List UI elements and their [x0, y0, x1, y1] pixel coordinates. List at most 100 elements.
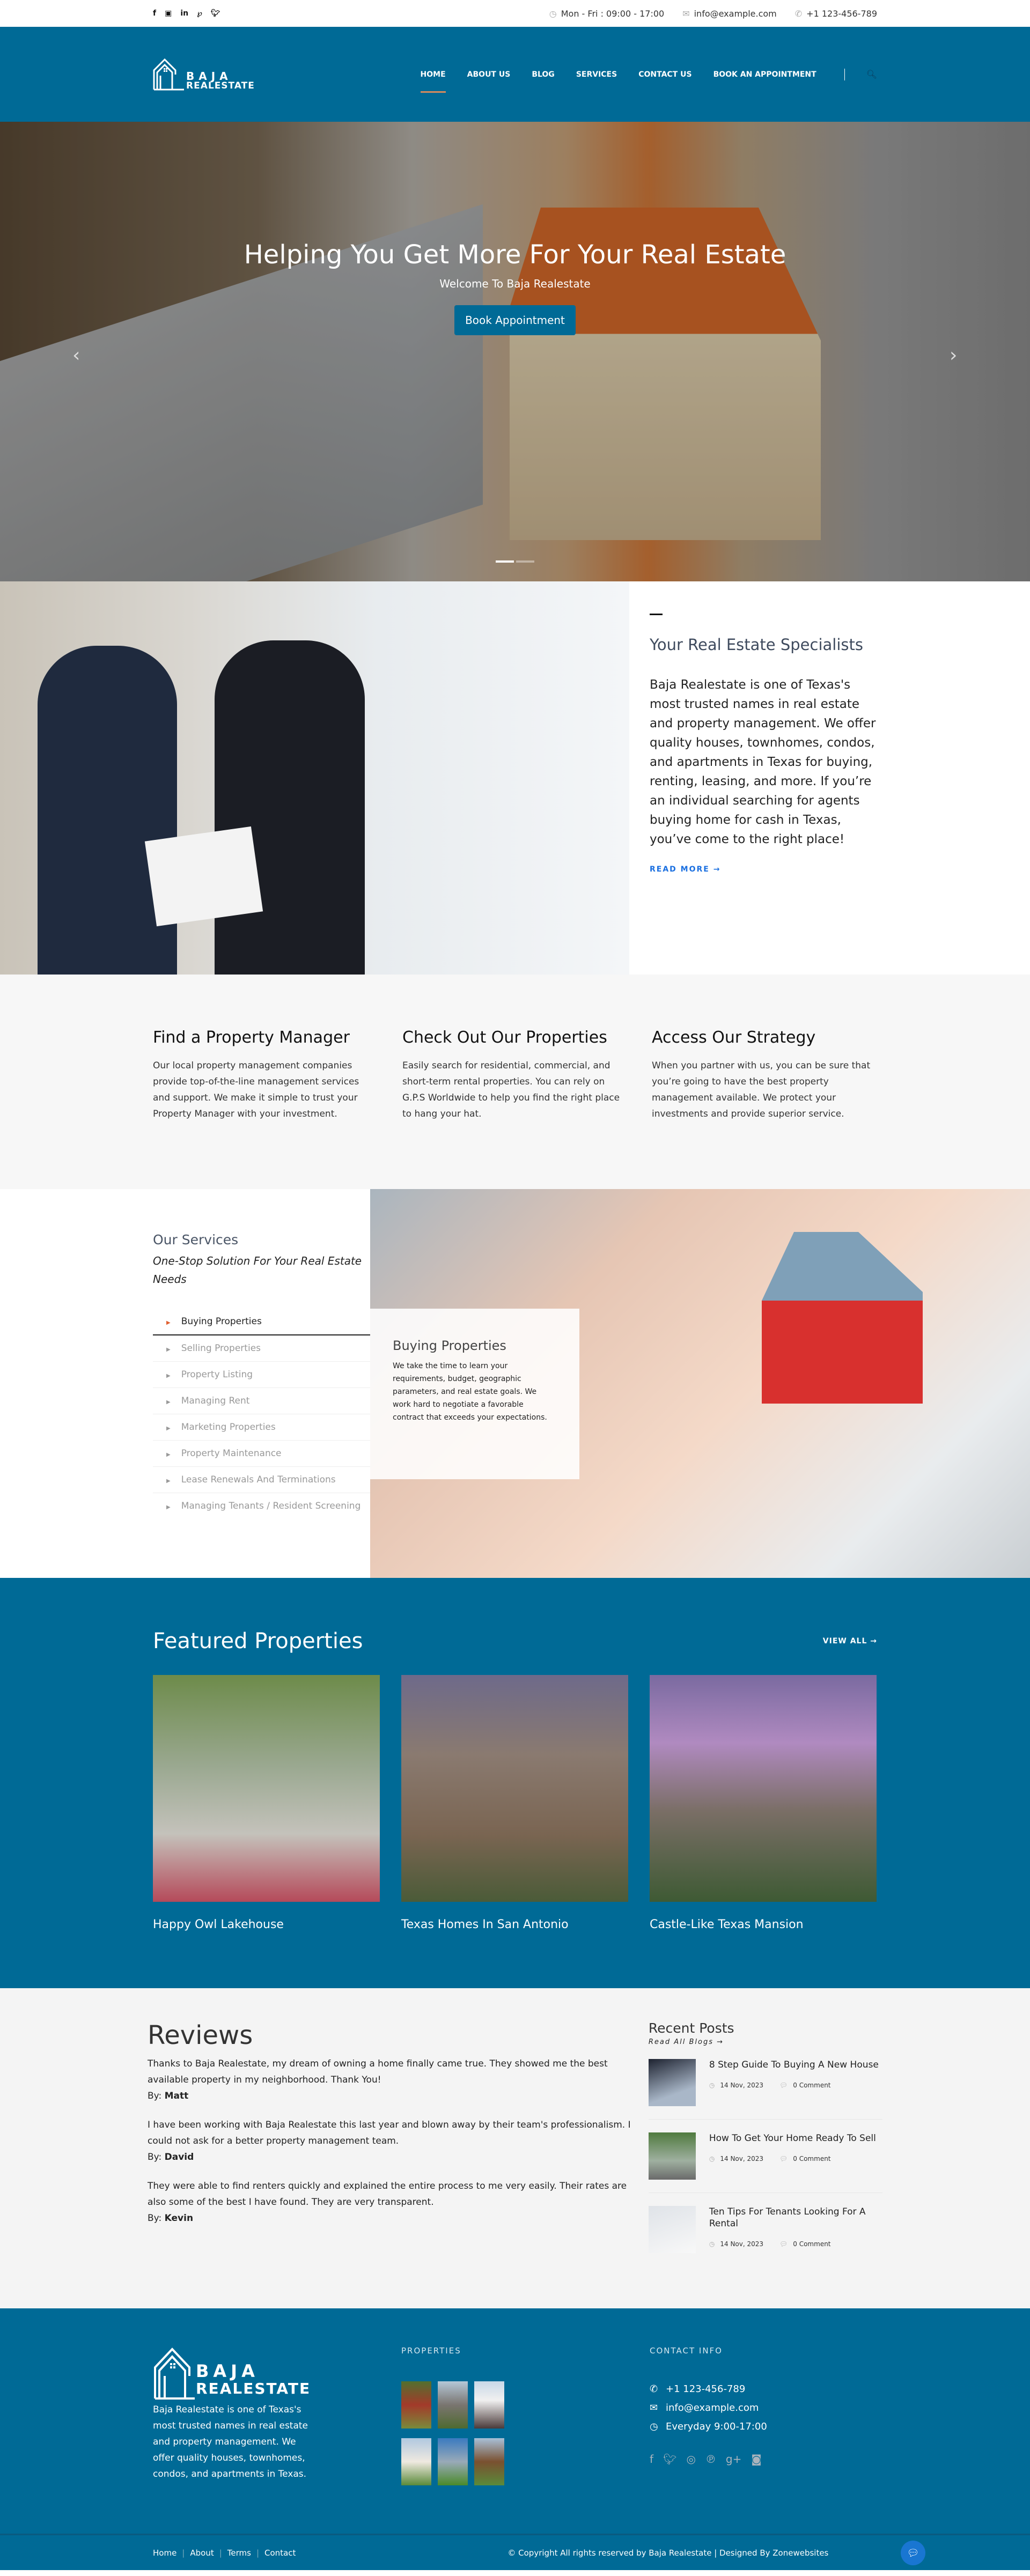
- service-tab[interactable]: ▶ Managing Tenants / Resident Screening: [153, 1493, 370, 1519]
- footer-link-terms[interactable]: Terms: [227, 2548, 251, 2558]
- phone-item[interactable]: ✆ +1 123-456-789: [795, 9, 877, 19]
- gallery-thumbnail[interactable]: [401, 2438, 431, 2485]
- footer-contact-title: CONTACT INFO: [650, 2346, 723, 2356]
- caret-right-icon: ▶: [166, 1320, 171, 1326]
- gallery-thumbnail[interactable]: [438, 2381, 468, 2429]
- post-date: 14 Nov, 2023: [720, 2082, 764, 2089]
- featured-title: Featured Properties: [153, 1629, 363, 1654]
- logo-line1: BAJA: [186, 69, 232, 83]
- post-item[interactable]: How To Get Your Home Ready To Sell ◷ 14 N…: [648, 2120, 882, 2193]
- chat-widget-button[interactable]: 💬︎: [901, 2541, 925, 2565]
- nav-contact-us[interactable]: CONTACT US: [638, 65, 691, 84]
- site-logo[interactable]: BAJA REALESTATE: [153, 58, 255, 91]
- property-card[interactable]: Happy Owl Lakehouse: [153, 1675, 380, 1931]
- gallery-thumbnail[interactable]: [401, 2381, 431, 2429]
- google-plus-icon[interactable]: g+: [726, 2453, 741, 2466]
- email-item[interactable]: ✉ info@example.com: [682, 9, 777, 19]
- property-title[interactable]: Castle-Like Texas Mansion: [650, 1918, 877, 1931]
- facebook-icon[interactable]: f: [153, 9, 156, 18]
- twitter-icon[interactable]: 🐦︎: [663, 2453, 676, 2466]
- property-card[interactable]: Castle-Like Texas Mansion: [650, 1675, 877, 1931]
- property-image[interactable]: [650, 1675, 877, 1902]
- pinterest-icon[interactable]: ℗: [705, 2453, 716, 2466]
- linkedin-icon[interactable]: in: [180, 9, 188, 18]
- instagram-icon[interactable]: ◙: [751, 2453, 761, 2466]
- footer-phone[interactable]: ✆ +1 123-456-789: [650, 2383, 767, 2395]
- property-image[interactable]: [153, 1675, 380, 1902]
- slider-dot-1[interactable]: [496, 560, 514, 563]
- service-tab[interactable]: ▶ Marketing Properties: [153, 1414, 370, 1441]
- service-tab[interactable]: ▶ Property Maintenance: [153, 1441, 370, 1467]
- services-subtitle: One-Stop Solution For Your Real Estate N…: [153, 1254, 362, 1286]
- main-nav: HOME ABOUT US BLOG SERVICES CONTACT US B…: [399, 65, 877, 93]
- nav-about-us[interactable]: ABOUT US: [467, 65, 511, 84]
- property-title[interactable]: Texas Homes In San Antonio: [401, 1918, 628, 1931]
- nav-home[interactable]: HOME: [420, 65, 446, 93]
- footer-link-contact[interactable]: Contact: [264, 2548, 296, 2558]
- post-title[interactable]: 8 Step Guide To Buying A New House: [709, 2059, 879, 2071]
- services-title: Our Services: [153, 1232, 239, 1248]
- feature-item: Check Out Our Properties Easily search f…: [402, 1028, 628, 1122]
- pinterest-icon[interactable]: ℘: [197, 9, 202, 18]
- hours-item: ◷ Mon - Fri : 09:00 - 17:00: [549, 8, 665, 19]
- flickr-icon[interactable]: ▣: [165, 9, 172, 18]
- hero-title: Helping You Get More For Your Real Estat…: [244, 240, 786, 270]
- footer-email[interactable]: ✉ info@example.com: [650, 2402, 767, 2413]
- property-card[interactable]: Texas Homes In San Antonio: [401, 1675, 628, 1931]
- review-author: Kevin: [164, 2213, 194, 2224]
- gallery-thumbnail[interactable]: [438, 2438, 468, 2485]
- post-comments[interactable]: 0 Comment: [793, 2155, 830, 2162]
- clock-icon: ◷: [709, 2240, 715, 2248]
- feature-item: Access Our Strategy When you partner wit…: [652, 1028, 877, 1122]
- search-icon[interactable]: 🔍︎: [866, 69, 877, 79]
- service-tab[interactable]: ▶ Property Listing: [153, 1362, 370, 1388]
- service-tab[interactable]: ▶ Buying Properties: [153, 1309, 370, 1335]
- post-thumbnail[interactable]: [648, 2059, 696, 2106]
- footer-link-home[interactable]: Home: [153, 2548, 176, 2558]
- caret-right-icon: ▶: [166, 1426, 171, 1431]
- footer-hours: ◷ Everyday 9:00-17:00: [650, 2421, 767, 2432]
- service-tab[interactable]: ▶ Lease Renewals And Terminations: [153, 1467, 370, 1493]
- slider-prev-icon[interactable]: ‹: [72, 344, 80, 366]
- post-title[interactable]: How To Get Your Home Ready To Sell: [709, 2132, 876, 2144]
- features-section: Find a Property Manager Our local proper…: [0, 975, 1030, 1189]
- book-appointment-button[interactable]: Book Appointment: [454, 305, 576, 335]
- review-author: Matt: [164, 2091, 189, 2101]
- slider-dot-2[interactable]: [516, 560, 534, 563]
- post-item[interactable]: Ten Tips For Tenants Looking For A Renta…: [648, 2193, 882, 2266]
- facebook-icon[interactable]: f: [650, 2453, 653, 2466]
- post-item[interactable]: 8 Step Guide To Buying A New House ◷ 14 N…: [648, 2046, 882, 2120]
- property-title[interactable]: Happy Owl Lakehouse: [153, 1918, 380, 1931]
- dribbble-icon[interactable]: ◎: [686, 2453, 695, 2466]
- post-thumbnail[interactable]: [648, 2132, 696, 2180]
- post-title[interactable]: Ten Tips For Tenants Looking For A Renta…: [709, 2206, 882, 2230]
- service-tab[interactable]: ▶ Managing Rent: [153, 1388, 370, 1414]
- view-all-link[interactable]: VIEW ALL →: [823, 1637, 877, 1645]
- read-all-blogs-link[interactable]: Read All Blogs →: [649, 2038, 882, 2046]
- property-image[interactable]: [401, 1675, 628, 1902]
- service-card-title: Buying Properties: [393, 1338, 506, 1353]
- footer-social-links: f 🐦︎ ◎ ℗ g+ ◙: [650, 2453, 767, 2466]
- post-date: 14 Nov, 2023: [720, 2240, 764, 2248]
- post-comments[interactable]: 0 Comment: [793, 2240, 830, 2248]
- footer-link-about[interactable]: About: [190, 2548, 214, 2558]
- slider-next-icon[interactable]: ›: [950, 344, 957, 366]
- gallery-thumbnail[interactable]: [474, 2438, 504, 2485]
- review-item: I have been working with Baja Realestate…: [148, 2117, 637, 2165]
- service-tab[interactable]: ▶ Selling Properties: [153, 1335, 370, 1362]
- gallery-thumbnail[interactable]: [474, 2381, 504, 2429]
- review-text: They were able to find renters quickly a…: [148, 2181, 627, 2208]
- nav-book-appointment[interactable]: BOOK AN APPOINTMENT: [713, 65, 816, 84]
- comments-icon: 💬︎: [779, 2155, 788, 2162]
- footer-logo[interactable]: BAJA REALESTATE: [153, 2346, 401, 2400]
- reviews-title: Reviews: [148, 2020, 253, 2050]
- nav-services[interactable]: SERVICES: [576, 65, 617, 84]
- post-thumbnail[interactable]: [648, 2206, 696, 2253]
- review-author: David: [164, 2152, 194, 2162]
- clock-icon: ◷: [709, 2082, 715, 2089]
- nav-blog[interactable]: BLOG: [532, 65, 555, 84]
- read-more-link[interactable]: READ MORE →: [650, 865, 876, 874]
- twitter-icon[interactable]: 🐦︎: [211, 9, 220, 18]
- section-dash: [650, 614, 663, 615]
- post-comments[interactable]: 0 Comment: [793, 2082, 830, 2089]
